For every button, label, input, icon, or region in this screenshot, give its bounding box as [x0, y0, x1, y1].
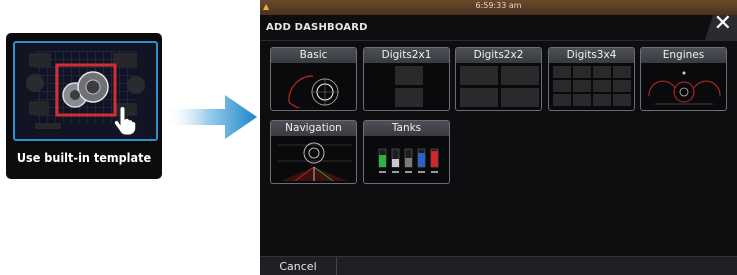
tile-tanks[interactable]: Tanks — [363, 120, 450, 184]
tile-label: Digits3x4 — [549, 48, 634, 63]
status-bar: ▲ 6:59:33 am — [260, 0, 737, 15]
dialog-title: ADD DASHBOARD — [266, 22, 368, 33]
right-arrow-icon — [165, 95, 257, 139]
bottom-bar: Cancel — [260, 256, 737, 275]
tile-navigation[interactable]: Navigation — [270, 120, 357, 184]
template-card-label: Use built-in template — [16, 150, 152, 165]
tile-label: Basic — [271, 48, 356, 63]
tile-label: Engines — [641, 48, 726, 63]
use-built-in-template-card[interactable]: Use built-in template — [6, 33, 162, 179]
tanks-preview — [378, 148, 439, 173]
basic-preview — [288, 75, 339, 108]
status-time: 6:59:33 am — [475, 1, 522, 10]
tile-label: Navigation — [271, 121, 356, 136]
navigation-preview — [277, 142, 352, 181]
tile-digits3x4[interactable]: Digits3x4 — [548, 47, 635, 111]
digits2x2-preview — [460, 66, 539, 107]
tile-basic[interactable]: Basic — [270, 47, 357, 111]
pointer-hand-icon — [111, 106, 137, 139]
tile-label: Tanks — [364, 121, 449, 136]
add-dashboard-screen: ▲ 6:59:33 am ADD DASHBOARD ✕ Basic Digit… — [260, 0, 737, 275]
tile-label: Digits2x1 — [364, 48, 449, 63]
engines-preview — [648, 71, 721, 105]
tile-digits2x1[interactable]: Digits2x1 — [363, 47, 450, 111]
tile-digits2x2[interactable]: Digits2x2 — [455, 47, 542, 111]
tile-engines[interactable]: Engines — [640, 47, 727, 111]
digits3x4-preview — [553, 66, 631, 106]
cancel-button[interactable]: Cancel — [260, 257, 337, 275]
digits2x1-preview — [368, 66, 445, 107]
close-icon[interactable]: ✕ — [714, 13, 732, 35]
divider — [260, 40, 737, 41]
tile-label: Digits2x2 — [456, 48, 541, 63]
template-thumbnail — [13, 41, 158, 141]
